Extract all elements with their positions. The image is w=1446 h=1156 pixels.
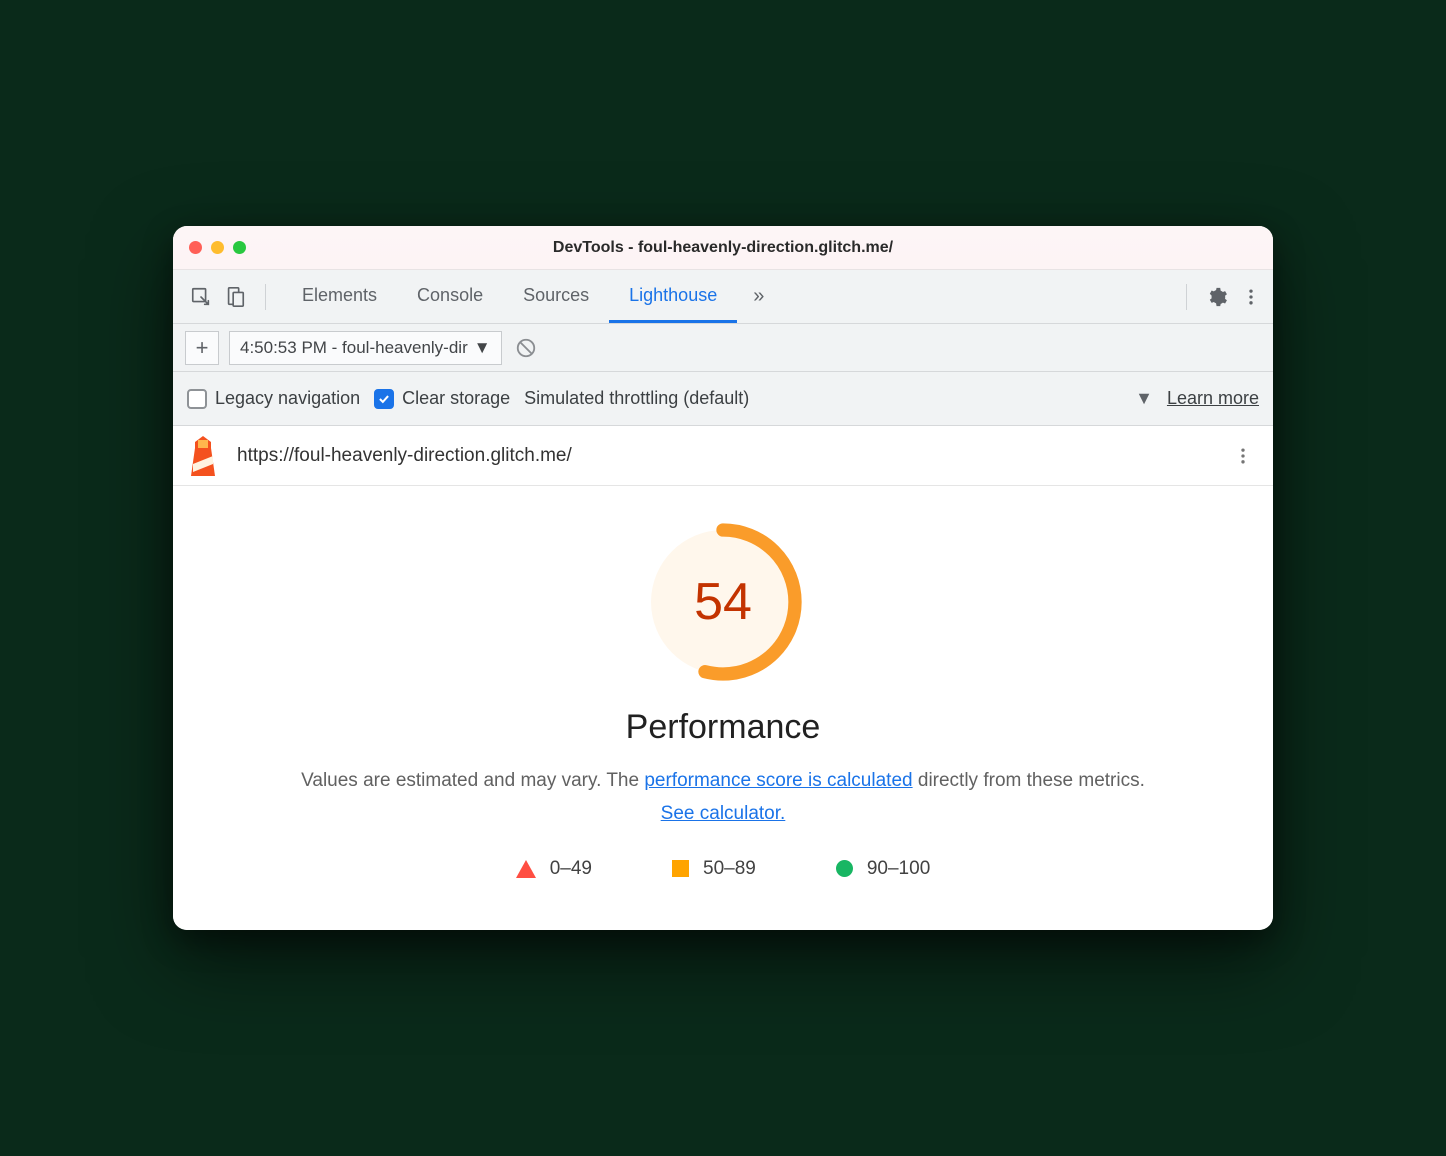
throttling-dropdown[interactable]: Simulated throttling (default) [524, 388, 749, 409]
chevron-down-icon: ▼ [474, 338, 491, 358]
legacy-navigation-option[interactable]: Legacy navigation [187, 388, 360, 409]
minimize-window-button[interactable] [211, 241, 224, 254]
circle-icon [836, 860, 853, 877]
options-bar: Legacy navigation Clear storage Simulate… [173, 372, 1273, 426]
square-icon [672, 860, 689, 877]
score-legend: 0–49 50–89 90–100 [213, 858, 1233, 880]
triangle-icon [516, 860, 536, 878]
performance-gauge: 54 [643, 522, 803, 682]
report-dropdown-label: 4:50:53 PM - foul-heavenly-dir [240, 338, 468, 358]
legend-average: 50–89 [672, 858, 756, 880]
see-calculator-link[interactable]: See calculator. [661, 803, 786, 824]
clear-storage-option[interactable]: Clear storage [374, 388, 510, 409]
more-tabs-icon[interactable]: » [743, 285, 774, 308]
performance-score: 54 [643, 522, 803, 682]
window-title: DevTools - foul-heavenly-direction.glitc… [189, 239, 1257, 257]
report-dropdown[interactable]: 4:50:53 PM - foul-heavenly-dir ▼ [229, 331, 502, 365]
tab-sources[interactable]: Sources [503, 270, 609, 323]
main-toolbar: Elements Console Sources Lighthouse » [173, 270, 1273, 324]
kebab-menu-icon[interactable] [1237, 283, 1265, 311]
titlebar: DevTools - foul-heavenly-direction.glitc… [173, 226, 1273, 270]
tab-elements[interactable]: Elements [282, 270, 397, 323]
legend-pass: 90–100 [836, 858, 930, 880]
device-toolbar-icon[interactable] [221, 283, 249, 311]
lighthouse-subbar: + 4:50:53 PM - foul-heavenly-dir ▼ [173, 324, 1273, 372]
window-controls [189, 241, 246, 254]
throttling-label: Simulated throttling (default) [524, 388, 749, 409]
close-window-button[interactable] [189, 241, 202, 254]
tab-lighthouse[interactable]: Lighthouse [609, 270, 737, 323]
inspect-element-icon[interactable] [187, 283, 215, 311]
zoom-window-button[interactable] [233, 241, 246, 254]
lighthouse-icon [183, 436, 223, 476]
divider [265, 284, 266, 310]
devtools-window: DevTools - foul-heavenly-direction.glitc… [173, 226, 1273, 930]
score-calc-link[interactable]: performance score is calculated [644, 770, 912, 791]
report-url: https://foul-heavenly-direction.glitch.m… [237, 445, 1215, 467]
clear-storage-label: Clear storage [402, 388, 510, 409]
legacy-navigation-checkbox[interactable] [187, 389, 207, 409]
category-description: Values are estimated and may vary. The p… [293, 765, 1153, 830]
clear-storage-checkbox[interactable] [374, 389, 394, 409]
divider [1186, 284, 1187, 310]
learn-more-link[interactable]: Learn more [1167, 388, 1259, 409]
panel-tabs: Elements Console Sources Lighthouse [282, 270, 737, 323]
category-title: Performance [213, 708, 1233, 747]
url-bar: https://foul-heavenly-direction.glitch.m… [173, 426, 1273, 486]
report-menu-icon[interactable] [1229, 442, 1257, 470]
legend-fail: 0–49 [516, 858, 592, 880]
gear-icon[interactable] [1203, 283, 1231, 311]
report-content: 54 Performance Values are estimated and … [173, 486, 1273, 930]
clear-icon[interactable] [512, 334, 540, 362]
new-report-button[interactable]: + [185, 331, 219, 365]
legacy-navigation-label: Legacy navigation [215, 388, 360, 409]
tab-console[interactable]: Console [397, 270, 503, 323]
chevron-down-icon[interactable]: ▼ [1135, 388, 1153, 409]
